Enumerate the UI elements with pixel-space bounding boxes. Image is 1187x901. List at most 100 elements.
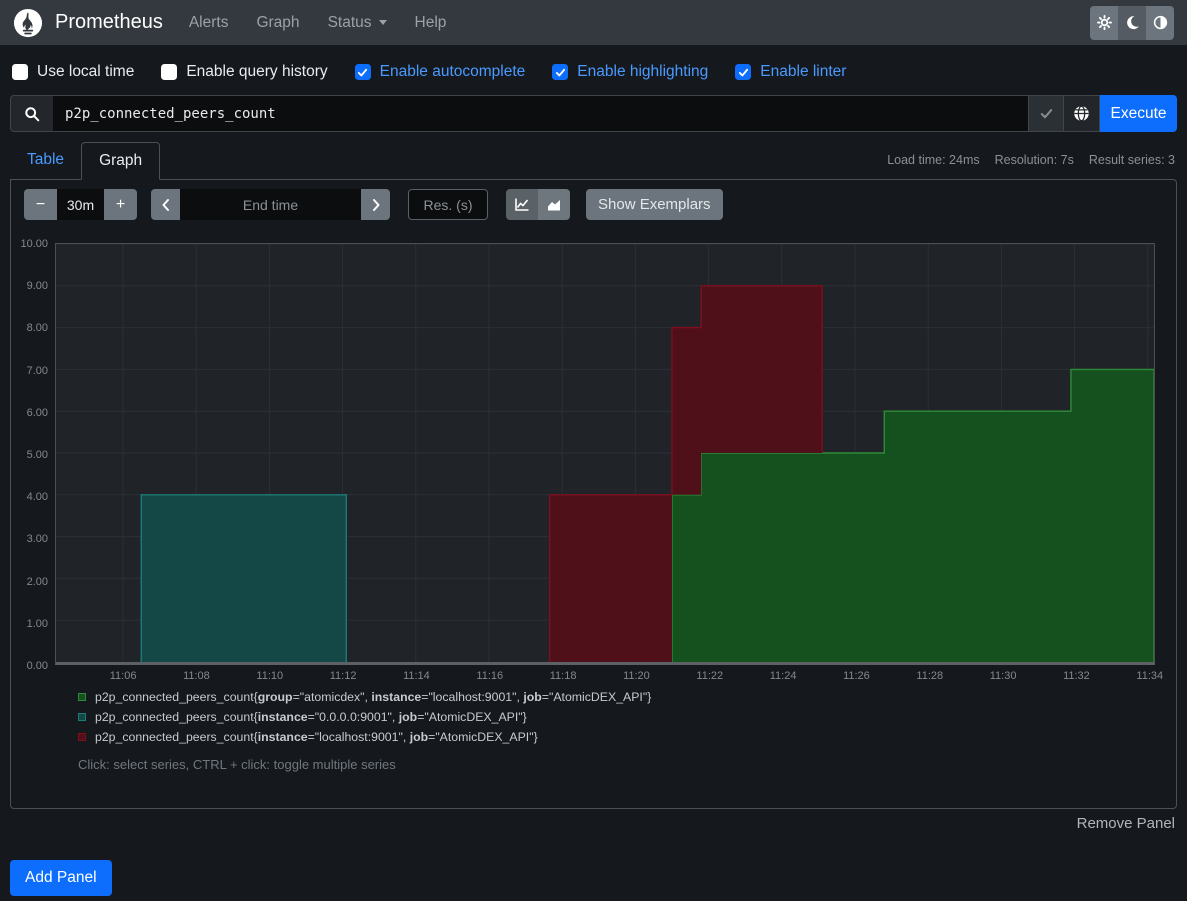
chevron-down-icon	[379, 20, 387, 25]
graph-panel: − +	[10, 179, 1177, 809]
navbar: Prometheus Alerts Graph Status Help	[0, 0, 1187, 45]
legend-item[interactable]: p2p_connected_peers_count{instance="0.0.…	[78, 710, 1176, 724]
legend-series-name: p2p_connected_peers_count{instance="0.0.…	[95, 710, 527, 724]
unchecked-checkbox-icon[interactable]	[12, 64, 28, 80]
legend-swatch-icon	[78, 733, 86, 741]
end-time-control	[151, 189, 390, 220]
x-axis-tick-label: 11:08	[183, 670, 210, 682]
nav-link-help[interactable]: Help	[415, 14, 447, 32]
options-row: Use local time Enable query history Enable…	[0, 54, 1187, 90]
query-bar: Execute	[10, 95, 1177, 132]
app-title: Prometheus	[55, 11, 163, 34]
series-legend: p2p_connected_peers_count{group="atomicd…	[78, 690, 1176, 744]
prometheus-logo-icon	[13, 8, 43, 38]
unchecked-checkbox-icon[interactable]	[161, 64, 177, 80]
query-stats: Load time: 24ms Resolution: 7s Result seri…	[887, 153, 1175, 167]
dark-theme-moon-icon[interactable]	[1118, 6, 1146, 40]
y-axis-tick-label: 5.00	[6, 449, 48, 461]
theme-button-group	[1090, 6, 1174, 40]
nav-link-graph[interactable]: Graph	[256, 14, 299, 32]
stat-item: Load time: 24ms	[887, 153, 979, 167]
y-axis-tick-label: 9.00	[6, 280, 48, 292]
y-axis-tick-label: 6.00	[6, 407, 48, 419]
execute-button[interactable]: Execute	[1100, 95, 1177, 132]
end-time-input[interactable]	[180, 189, 361, 220]
panel-tabs: Table Graph Load time: 24ms Resolution: 7…	[10, 142, 1177, 179]
x-axis-tick-label: 11:26	[843, 670, 870, 682]
range-control: − +	[24, 189, 137, 220]
x-axis-tick-label: 11:14	[403, 670, 430, 682]
show-exemplars-button[interactable]: Show Exemplars	[586, 189, 723, 220]
y-axis-tick-label: 3.00	[6, 533, 48, 545]
legend-swatch-icon	[78, 713, 86, 721]
y-axis-tick-label: 10.00	[6, 238, 48, 250]
legend-hint: Click: select series, CTRL + click: togg…	[78, 757, 1176, 772]
remove-panel-row: Remove Panel	[12, 815, 1175, 833]
checkbox-label: Enable highlighting	[577, 63, 708, 81]
tab-graph[interactable]: Graph	[81, 142, 160, 180]
nav-links: Alerts Graph Status Help	[189, 14, 447, 32]
settings-gear-icon[interactable]	[1090, 6, 1118, 40]
nav-link-status[interactable]: Status	[328, 14, 387, 32]
checkbox-enable-query-history[interactable]: Enable query history	[161, 63, 327, 81]
checkbox-enable-autocomplete[interactable]: Enable autocomplete	[355, 63, 526, 81]
tab-table[interactable]: Table	[10, 142, 81, 180]
legend-swatch-icon	[78, 693, 86, 701]
checkbox-label: Enable autocomplete	[380, 63, 526, 81]
checked-checkbox-icon[interactable]	[735, 64, 751, 80]
lint-check-icon	[1028, 95, 1064, 132]
remove-panel-link[interactable]: Remove Panel	[1077, 815, 1175, 832]
add-panel-button[interactable]: Add Panel	[10, 860, 112, 896]
prometheus-brand[interactable]: Prometheus	[13, 8, 189, 38]
checked-checkbox-icon[interactable]	[552, 64, 568, 80]
x-axis-tick-label: 11:32	[1063, 670, 1090, 682]
x-axis-tick-label: 11:28	[916, 670, 943, 682]
x-axis-tick-label: 11:12	[330, 670, 357, 682]
legend-series-name: p2p_connected_peers_count{group="atomicd…	[95, 690, 651, 704]
checkbox-label: Enable query history	[186, 63, 327, 81]
y-axis-tick-label: 0.00	[6, 660, 48, 672]
x-axis-tick-label: 11:34	[1136, 670, 1163, 682]
x-axis-tick-label: 11:10	[256, 670, 283, 682]
graph-toolbar: − +	[11, 180, 1176, 229]
auto-theme-contrast-icon[interactable]	[1146, 6, 1174, 40]
y-axis-tick-label: 7.00	[6, 365, 48, 377]
checkbox-use-local-time[interactable]: Use local time	[12, 63, 134, 81]
checkbox-label: Enable linter	[760, 63, 846, 81]
query-input[interactable]	[53, 95, 1028, 132]
legend-item[interactable]: p2p_connected_peers_count{instance="loca…	[78, 730, 1176, 744]
legend-series-name: p2p_connected_peers_count{instance="loca…	[95, 730, 538, 744]
series-area-1	[141, 495, 346, 662]
time-back-chevron-left-icon[interactable]	[151, 189, 180, 220]
x-axis-tick-label: 11:06	[110, 670, 137, 682]
increase-range-button[interactable]: +	[104, 189, 137, 220]
checkbox-enable-linter[interactable]: Enable linter	[735, 63, 846, 81]
nav-link-alerts[interactable]: Alerts	[189, 14, 229, 32]
y-axis-tick-label: 4.00	[6, 491, 48, 503]
plot-canvas[interactable]: 0.001.002.003.004.005.006.007.008.009.00…	[55, 243, 1155, 665]
chart-area: 0.001.002.003.004.005.006.007.008.009.00…	[55, 243, 1155, 665]
y-axis-tick-label: 8.00	[6, 322, 48, 334]
time-forward-chevron-right-icon[interactable]	[361, 189, 390, 220]
checkbox-label: Use local time	[37, 63, 134, 81]
checkbox-enable-highlighting[interactable]: Enable highlighting	[552, 63, 708, 81]
search-icon	[10, 95, 53, 132]
checked-checkbox-icon[interactable]	[355, 64, 371, 80]
stat-item: Result series: 3	[1089, 153, 1175, 167]
metrics-explorer-globe-icon[interactable]	[1064, 95, 1100, 132]
stacked-chart-icon[interactable]	[538, 189, 570, 220]
line-chart-icon[interactable]	[506, 189, 538, 220]
y-axis-tick-label: 2.00	[6, 576, 48, 588]
y-axis-tick-label: 1.00	[6, 618, 48, 630]
legend-item[interactable]: p2p_connected_peers_count{group="atomicd…	[78, 690, 1176, 704]
chart-type-toggle	[506, 189, 570, 220]
x-axis-tick-label: 11:20	[623, 670, 650, 682]
x-axis-tick-label: 11:22	[696, 670, 723, 682]
x-axis-tick-label: 11:18	[550, 670, 577, 682]
range-input[interactable]	[57, 189, 104, 220]
x-axis-tick-label: 11:24	[770, 670, 797, 682]
decrease-range-button[interactable]: −	[24, 189, 57, 220]
stacked-area-chart	[56, 244, 1154, 662]
resolution-input[interactable]	[408, 189, 488, 220]
stat-item: Resolution: 7s	[995, 153, 1074, 167]
